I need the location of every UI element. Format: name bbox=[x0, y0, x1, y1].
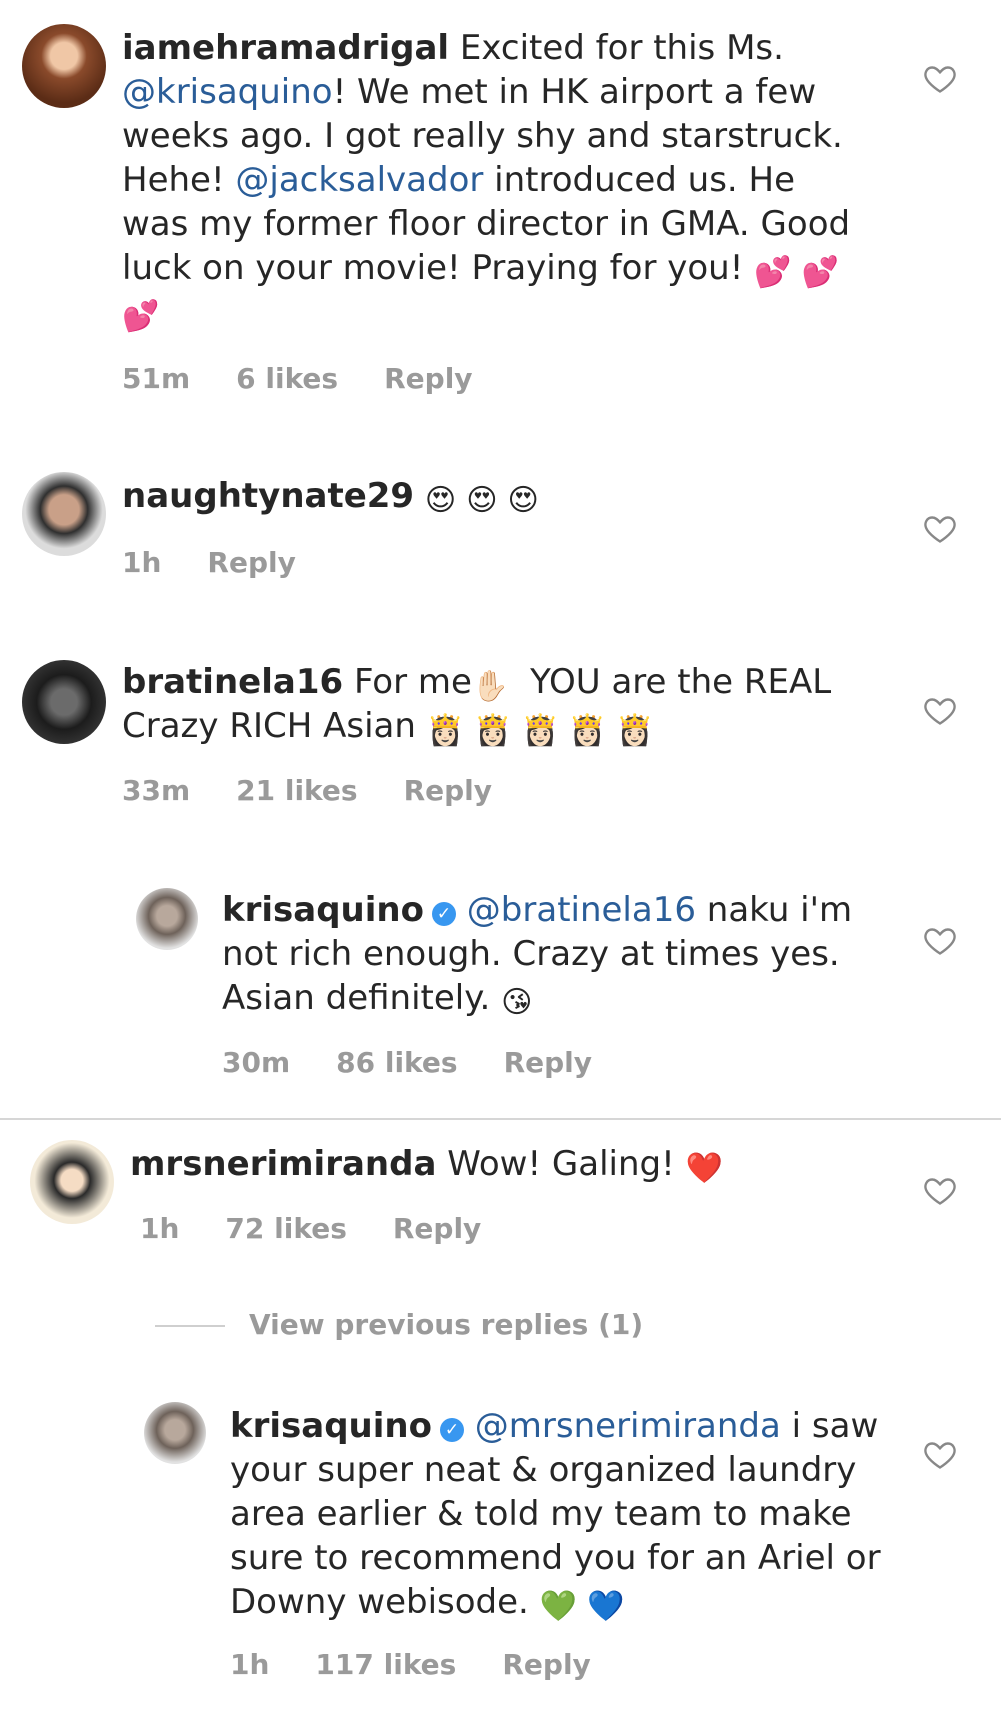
mention-link[interactable]: @jacksalvador bbox=[235, 160, 483, 200]
heart-icon[interactable] bbox=[922, 1436, 958, 1472]
comment-text: Excited for this Ms. bbox=[449, 28, 784, 68]
avatar[interactable] bbox=[30, 1140, 114, 1224]
timestamp: 33m bbox=[122, 774, 191, 807]
princess-emoji: 👸🏻 bbox=[474, 713, 512, 748]
likes-count[interactable]: 86 likes bbox=[336, 1046, 457, 1079]
two-hearts-emoji: 💕 bbox=[122, 299, 160, 334]
timestamp: 30m bbox=[222, 1046, 291, 1079]
timestamp: 51m bbox=[122, 362, 191, 395]
kiss-emoji: 😘 bbox=[501, 985, 533, 1020]
comment-meta: 1h 117 likes Reply bbox=[230, 1648, 637, 1681]
heart-eyes-emoji: 😍 bbox=[507, 483, 539, 518]
comment-body: iamehramadrigal Excited for this Ms. @kr… bbox=[122, 26, 862, 334]
mention-link[interactable]: @krisaquino bbox=[122, 72, 333, 112]
raised-hand-emoji: ✋🏻 bbox=[471, 669, 510, 704]
reply-button[interactable]: Reply bbox=[384, 362, 472, 395]
comment-text: For me bbox=[343, 662, 472, 702]
verified-check-icon: ✓ bbox=[439, 1418, 464, 1442]
timestamp: 1h bbox=[122, 546, 162, 579]
likes-count[interactable]: 6 likes bbox=[236, 362, 338, 395]
comment-body: naughtynate29 😍 😍 😍 bbox=[122, 474, 549, 518]
comment-body: mrsnerimiranda Wow! Galing! ❤️ bbox=[130, 1142, 733, 1186]
avatar[interactable] bbox=[22, 660, 106, 744]
comment-meta: 51m 6 likes Reply bbox=[122, 362, 519, 395]
comment-meta: 33m 21 likes Reply bbox=[122, 774, 538, 807]
red-heart-emoji: ❤️ bbox=[685, 1151, 723, 1186]
reply-button[interactable]: Reply bbox=[502, 1648, 590, 1681]
avatar[interactable] bbox=[144, 1402, 206, 1464]
princess-emoji: 👸🏻 bbox=[616, 713, 654, 748]
avatar[interactable] bbox=[22, 24, 106, 108]
green-heart-emoji: 💚 bbox=[539, 1589, 578, 1624]
verified-check-icon: ✓ bbox=[431, 902, 456, 926]
comment-body: krisaquino ✓ @bratinela16 naku i'm not ri… bbox=[222, 888, 882, 1020]
username[interactable]: naughtynate29 bbox=[122, 476, 414, 516]
username[interactable]: iamehramadrigal bbox=[122, 28, 449, 68]
avatar[interactable] bbox=[22, 472, 106, 556]
mention-link[interactable]: @mrsnerimiranda bbox=[475, 1406, 781, 1446]
two-hearts-emoji: 💕 bbox=[754, 255, 792, 290]
princess-emoji: 👸🏻 bbox=[521, 713, 559, 748]
username[interactable]: mrsnerimiranda bbox=[130, 1144, 436, 1184]
timestamp: 1h bbox=[230, 1648, 270, 1681]
reply-button[interactable]: Reply bbox=[404, 774, 492, 807]
comment-text: Wow! Galing! bbox=[436, 1144, 675, 1184]
heart-icon[interactable] bbox=[922, 60, 958, 96]
mention-link[interactable]: @bratinela16 bbox=[467, 890, 696, 930]
blue-heart-emoji: 💙 bbox=[587, 1589, 625, 1624]
princess-emoji: 👸🏻 bbox=[568, 713, 607, 748]
reply-button[interactable]: Reply bbox=[207, 546, 295, 579]
reply-button[interactable]: Reply bbox=[393, 1212, 481, 1245]
comment-meta: 1h Reply bbox=[122, 546, 342, 579]
heart-icon[interactable] bbox=[922, 1172, 958, 1208]
likes-count[interactable]: 72 likes bbox=[225, 1212, 346, 1245]
two-hearts-emoji: 💕 bbox=[801, 255, 839, 290]
thread-line bbox=[155, 1325, 225, 1327]
reply-button[interactable]: Reply bbox=[504, 1046, 592, 1079]
heart-eyes-emoji: 😍 bbox=[466, 483, 498, 518]
timestamp: 1h bbox=[140, 1212, 180, 1245]
username[interactable]: krisaquino bbox=[222, 890, 424, 930]
view-previous-replies-button[interactable]: View previous replies (1) bbox=[155, 1308, 643, 1341]
comment-meta: 1h 72 likes Reply bbox=[140, 1212, 527, 1245]
likes-count[interactable]: 117 likes bbox=[315, 1648, 456, 1681]
princess-emoji: 👸🏻 bbox=[426, 713, 465, 748]
comment-body: bratinela16 For me✋🏻 YOU are the REAL Cr… bbox=[122, 660, 882, 748]
avatar[interactable] bbox=[136, 888, 198, 950]
divider bbox=[0, 1118, 1001, 1120]
heart-icon[interactable] bbox=[922, 692, 958, 728]
view-previous-replies-label: View previous replies (1) bbox=[249, 1308, 644, 1341]
heart-icon[interactable] bbox=[922, 922, 958, 958]
username[interactable]: bratinela16 bbox=[122, 662, 343, 702]
comment-body: krisaquino ✓ @mrsnerimiranda i saw your s… bbox=[230, 1404, 890, 1624]
heart-eyes-emoji: 😍 bbox=[424, 483, 457, 518]
username[interactable]: krisaquino bbox=[230, 1406, 432, 1446]
heart-icon[interactable] bbox=[922, 510, 958, 546]
comment-meta: 30m 86 likes Reply bbox=[222, 1046, 638, 1079]
likes-count[interactable]: 21 likes bbox=[236, 774, 357, 807]
